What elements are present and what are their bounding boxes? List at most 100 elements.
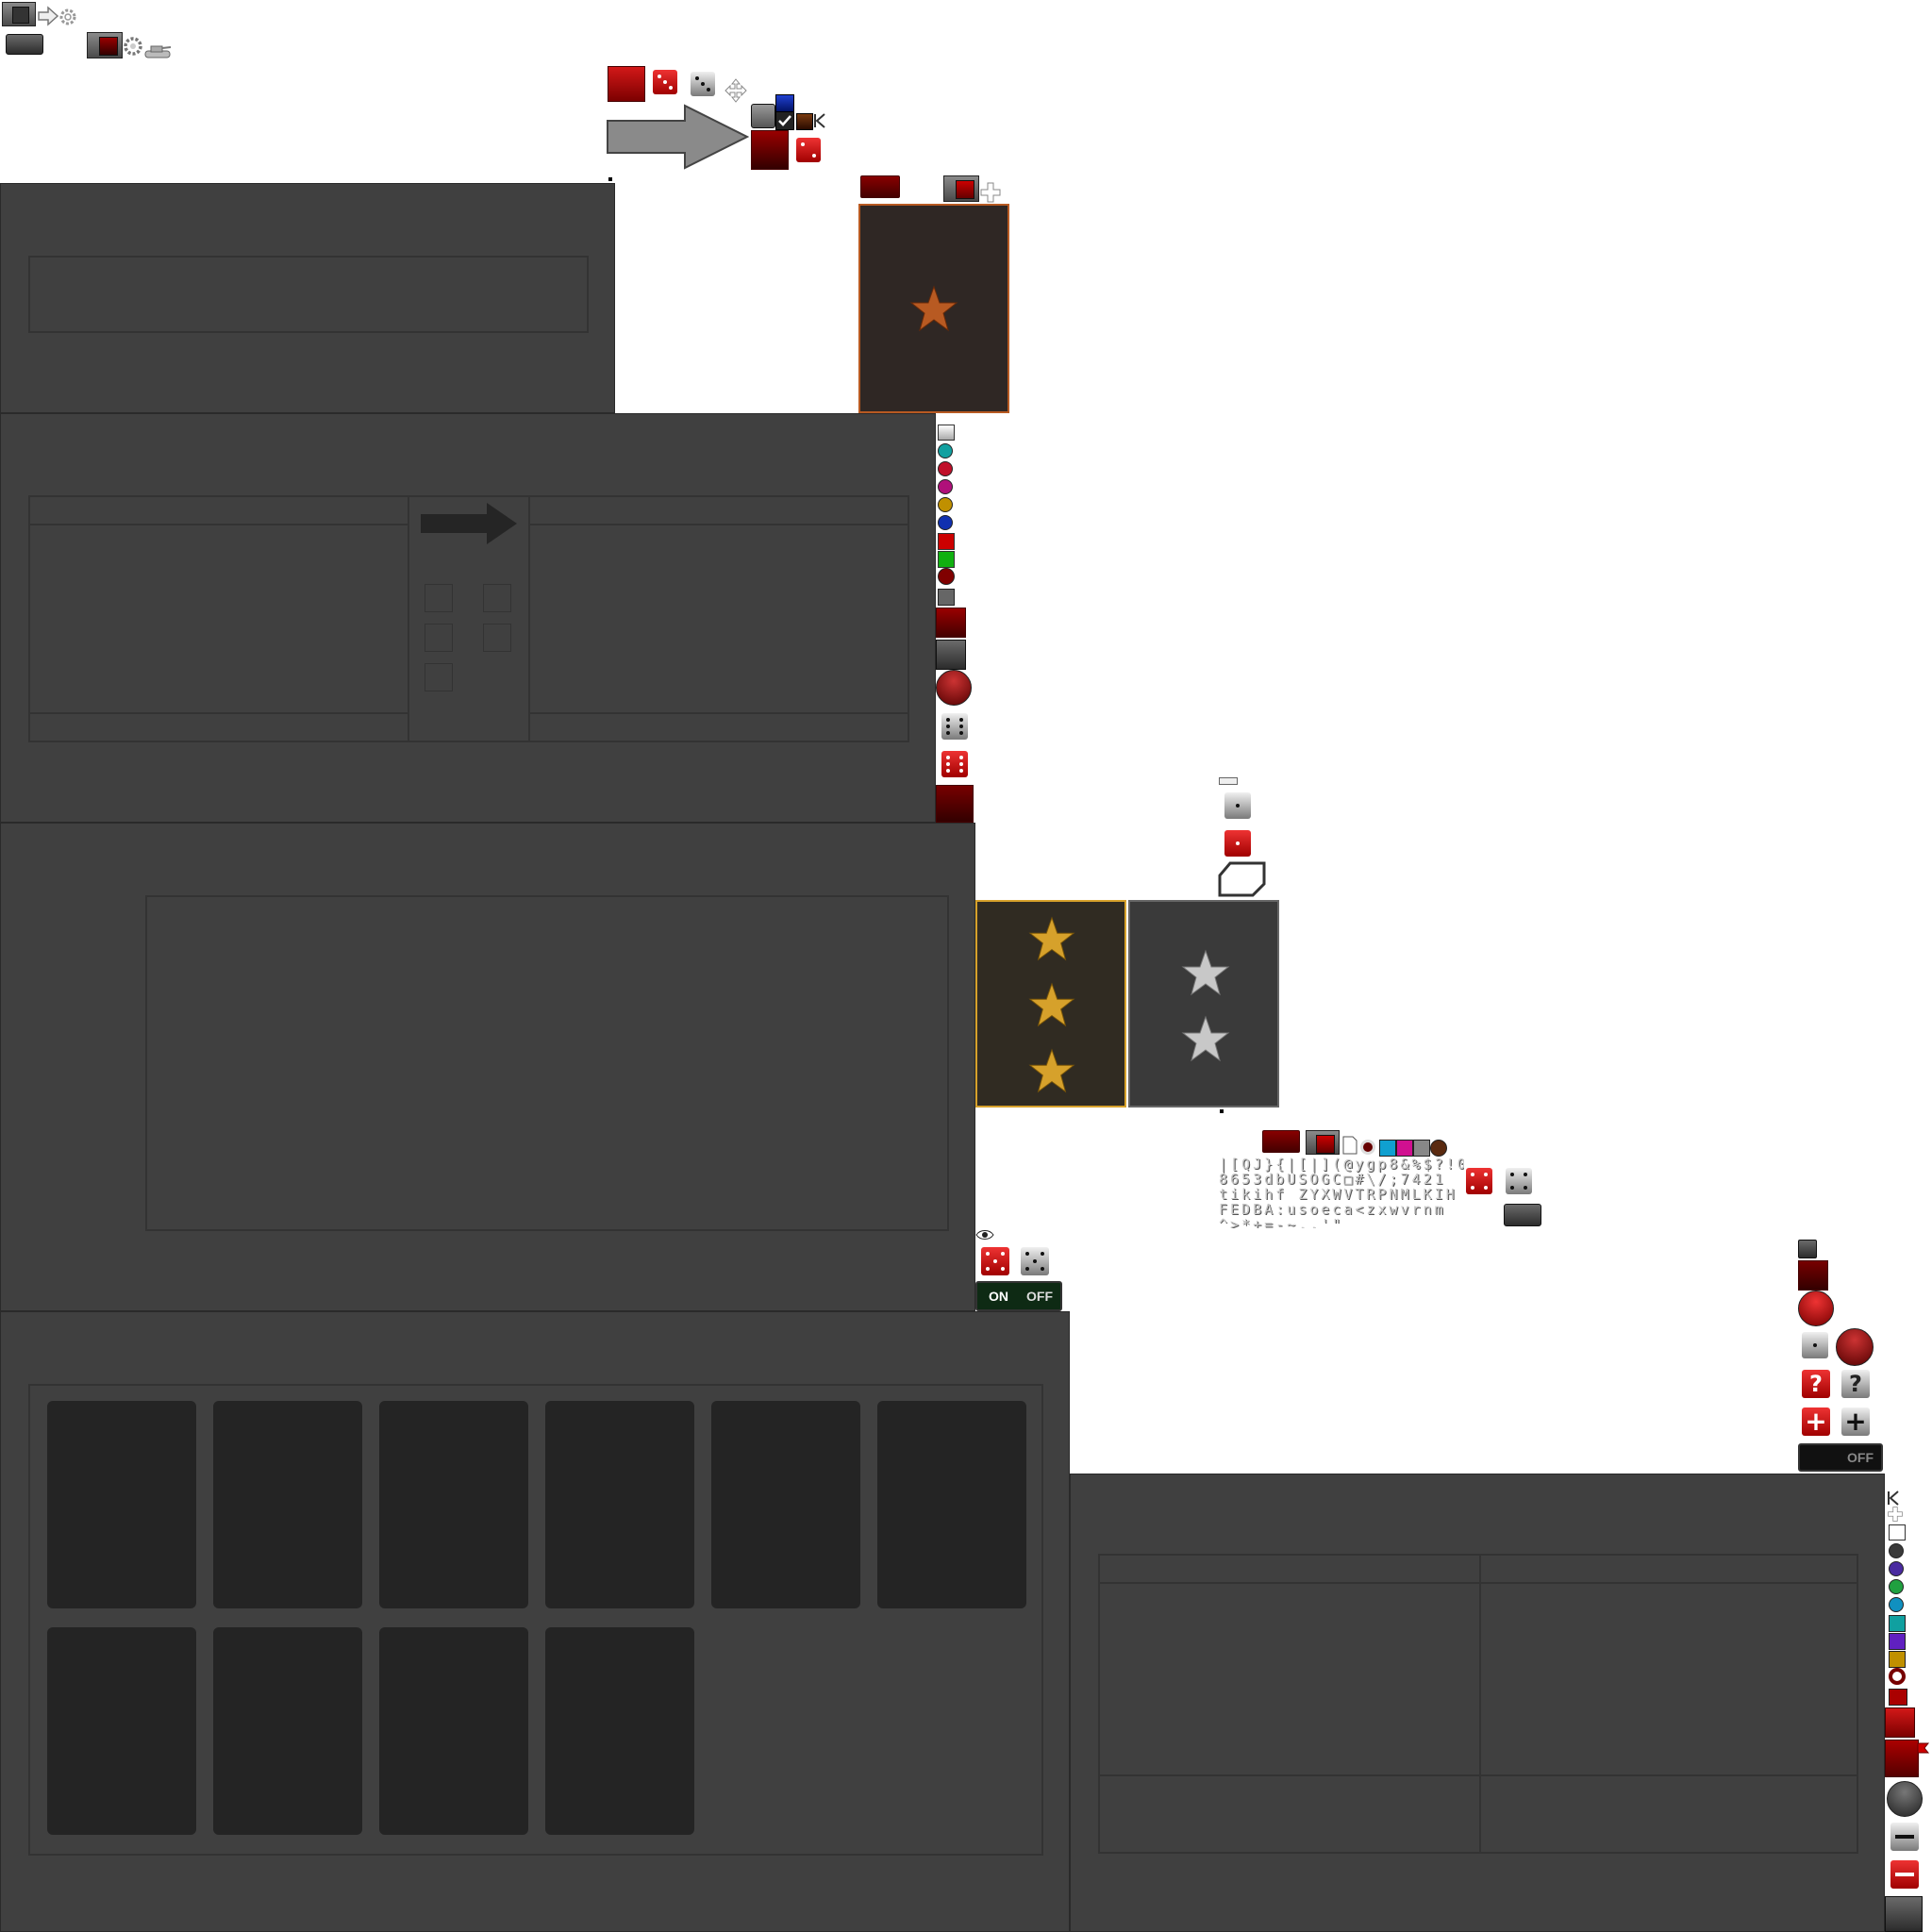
minus-grey-icon[interactable] bbox=[1890, 1823, 1919, 1851]
slot-tile[interactable] bbox=[47, 1401, 196, 1608]
gold-square-small bbox=[1889, 1651, 1906, 1668]
maroon-ring-orb bbox=[1889, 1668, 1906, 1685]
small-dot bbox=[1220, 1109, 1224, 1113]
dark-orb bbox=[1889, 1543, 1904, 1558]
panel-1-inner-frame bbox=[28, 256, 589, 333]
panel-5 bbox=[1070, 1474, 1885, 1932]
slot-tile[interactable] bbox=[47, 1627, 196, 1835]
magenta-square-small bbox=[1396, 1140, 1413, 1157]
slot-tile[interactable] bbox=[711, 1401, 860, 1608]
grey-square-button[interactable] bbox=[1885, 1896, 1923, 1932]
tank-icon bbox=[144, 45, 172, 58]
option-box[interactable] bbox=[483, 584, 511, 612]
toggle-on-label: ON bbox=[989, 1289, 1008, 1304]
die-grey-icon bbox=[1224, 792, 1251, 819]
question-grey-icon[interactable]: ? bbox=[1841, 1370, 1870, 1398]
option-box[interactable] bbox=[425, 584, 453, 612]
magenta-orb bbox=[938, 479, 953, 494]
dark-red-square-button[interactable] bbox=[1798, 1260, 1828, 1291]
off-toggle[interactable]: OFF bbox=[1798, 1443, 1883, 1472]
panel-3-inner-frame bbox=[145, 895, 949, 1231]
plus-red-icon[interactable]: + bbox=[1802, 1407, 1830, 1436]
panel-5-header-row bbox=[1100, 1556, 1857, 1584]
die-red-icon bbox=[981, 1247, 1009, 1275]
gear-icon bbox=[59, 8, 76, 25]
dark-button[interactable] bbox=[6, 34, 43, 55]
red-square-small bbox=[1889, 1689, 1907, 1706]
eye-icon bbox=[975, 1230, 994, 1240]
left-list-footer bbox=[30, 712, 408, 741]
dark-button[interactable] bbox=[1504, 1204, 1541, 1226]
slot-tile[interactable] bbox=[213, 1401, 362, 1608]
red-square-button[interactable] bbox=[608, 66, 645, 102]
white-square bbox=[1889, 1524, 1906, 1541]
red-square-button[interactable] bbox=[1885, 1707, 1915, 1738]
red-orb-large bbox=[1798, 1291, 1834, 1326]
die-red-icon bbox=[1466, 1168, 1492, 1194]
dropdown-button-red[interactable] bbox=[1306, 1130, 1340, 1155]
red-rect-button[interactable] bbox=[1262, 1130, 1300, 1153]
question-red-icon[interactable]: ? bbox=[1802, 1370, 1830, 1398]
die-grey-icon bbox=[1506, 1168, 1532, 1194]
star-silver-icon bbox=[1181, 949, 1230, 996]
dark-red-square-button[interactable] bbox=[751, 130, 789, 170]
on-off-toggle[interactable]: ON OFF bbox=[975, 1281, 1062, 1311]
option-box[interactable] bbox=[425, 624, 453, 652]
die-grey-icon bbox=[691, 72, 715, 96]
dropdown-button-red[interactable] bbox=[87, 32, 123, 58]
purple-orb bbox=[1889, 1561, 1904, 1576]
checkbox-checked[interactable] bbox=[775, 111, 794, 130]
grey-square-button[interactable] bbox=[1798, 1240, 1817, 1258]
red-orb bbox=[938, 461, 953, 476]
slot-tile[interactable] bbox=[379, 1627, 528, 1835]
option-box[interactable] bbox=[483, 624, 511, 652]
dropdown-arrow-icon bbox=[1316, 1135, 1335, 1154]
question-red-glyph: ? bbox=[1809, 1371, 1823, 1397]
octagon-outline-icon bbox=[1218, 861, 1266, 897]
card-back-bronze bbox=[858, 204, 1009, 413]
minus-red-icon[interactable] bbox=[1890, 1860, 1919, 1889]
die-red-icon bbox=[796, 138, 821, 162]
dropdown-button-red[interactable] bbox=[943, 175, 979, 202]
teal-square-small bbox=[1889, 1615, 1906, 1632]
star-gold-icon bbox=[1028, 1048, 1075, 1093]
transfer-arrow-icon bbox=[421, 503, 517, 544]
slot-tile[interactable] bbox=[379, 1401, 528, 1608]
font-sheet-line-3: tikihf ZYXWVTRPNMLKIH bbox=[1219, 1186, 1457, 1203]
red-rect-button[interactable] bbox=[860, 175, 900, 198]
grey-square-button[interactable] bbox=[751, 104, 775, 128]
plus-grey-icon[interactable]: + bbox=[1841, 1407, 1870, 1436]
dark-red-square-button[interactable] bbox=[936, 785, 974, 823]
slot-tile[interactable] bbox=[545, 1627, 694, 1835]
card-silver-rank bbox=[1128, 900, 1279, 1108]
violet-square-small bbox=[1889, 1633, 1906, 1650]
font-sheet-line-2: 8653dbUSOGC□#\/;7421 bbox=[1219, 1171, 1446, 1188]
dropdown-button[interactable] bbox=[2, 2, 36, 26]
slot-tile[interactable] bbox=[213, 1627, 362, 1835]
option-box[interactable] bbox=[425, 663, 453, 691]
white-square bbox=[938, 425, 955, 441]
left-list-frame bbox=[28, 495, 409, 742]
blue-orb bbox=[1889, 1597, 1904, 1612]
red-orb-large bbox=[936, 670, 972, 706]
grey-square-button[interactable] bbox=[936, 640, 966, 670]
dark-red-square-button[interactable] bbox=[1885, 1740, 1919, 1777]
red-orb-large bbox=[1836, 1328, 1874, 1366]
red-square-small bbox=[938, 533, 955, 550]
checkbox-grey[interactable] bbox=[938, 589, 955, 606]
dark-red-square-button[interactable] bbox=[936, 608, 966, 638]
green-square-small bbox=[938, 551, 955, 568]
document-icon bbox=[1342, 1136, 1357, 1155]
skip-icon bbox=[1888, 1491, 1899, 1506]
maroon-orb bbox=[938, 568, 955, 585]
die-grey-icon bbox=[941, 713, 968, 740]
panel-4 bbox=[0, 1311, 1070, 1932]
left-list-header bbox=[30, 497, 408, 525]
panel-2 bbox=[0, 413, 936, 823]
slot-tile[interactable] bbox=[877, 1401, 1026, 1608]
slot-tile[interactable] bbox=[545, 1401, 694, 1608]
maroon-ring-orb bbox=[1360, 1140, 1375, 1155]
right-list-header bbox=[530, 497, 908, 525]
panel-3 bbox=[0, 823, 975, 1311]
right-list-frame bbox=[528, 495, 909, 742]
